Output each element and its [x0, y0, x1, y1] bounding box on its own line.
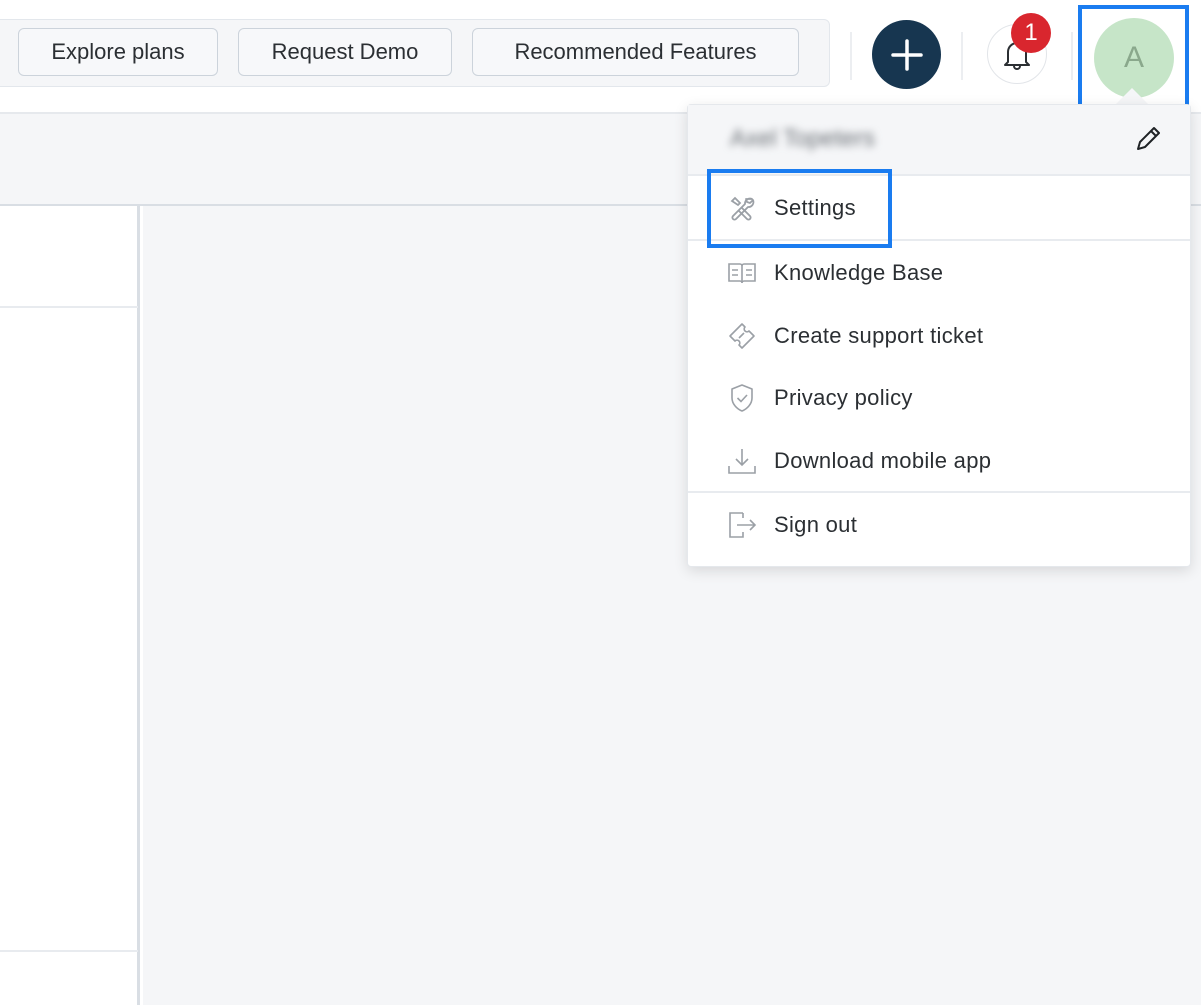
tools-icon — [726, 192, 758, 224]
download-icon — [726, 445, 758, 477]
menu-item-label: Sign out — [774, 512, 858, 537]
menu-item-create-support-ticket[interactable]: Create support ticket — [688, 305, 1190, 367]
menu-item-label: Knowledge Base — [774, 260, 944, 285]
sign-out-icon — [726, 509, 758, 541]
dropdown-caret — [1116, 88, 1148, 104]
shield-check-icon — [726, 382, 758, 414]
top-bar: Explore plans Request Demo Recommended F… — [0, 0, 1201, 112]
menu-item-privacy-policy[interactable]: Privacy policy — [688, 367, 1190, 429]
divider — [961, 32, 963, 80]
menu-item-label: Privacy policy — [774, 385, 913, 410]
menu-item-label: Create support ticket — [774, 323, 984, 348]
menu-divider — [688, 239, 1190, 241]
user-name: Axel Topeters — [730, 125, 875, 152]
divider — [1071, 32, 1073, 80]
add-button[interactable] — [872, 20, 941, 89]
user-menu-header: Axel Topeters — [688, 105, 1190, 176]
row-divider — [0, 950, 138, 952]
book-icon — [726, 257, 758, 289]
menu-item-label: Settings — [774, 195, 856, 220]
menu-item-download-mobile-app[interactable]: Download mobile app — [688, 430, 1190, 492]
pencil-icon — [1137, 127, 1160, 150]
recommended-features-button[interactable]: Recommended Features — [472, 28, 799, 76]
edit-profile-button[interactable] — [1132, 123, 1164, 155]
ticket-icon — [726, 320, 758, 352]
menu-item-sign-out[interactable]: Sign out — [688, 494, 1190, 556]
menu-divider — [688, 491, 1190, 493]
row-divider — [0, 306, 138, 308]
menu-item-knowledge-base[interactable]: Knowledge Base — [688, 242, 1190, 304]
menu-item-label: Download mobile app — [774, 448, 992, 473]
notification-badge: 1 — [1011, 13, 1051, 53]
menu-item-settings[interactable]: Settings — [688, 177, 1190, 239]
request-demo-button[interactable]: Request Demo — [238, 28, 452, 76]
explore-plans-button[interactable]: Explore plans — [18, 28, 218, 76]
user-menu: Axel Topeters Settings Knowledge Base Cr… — [687, 104, 1191, 567]
plus-icon — [890, 38, 923, 71]
left-panel — [0, 206, 140, 1005]
divider — [850, 32, 852, 80]
